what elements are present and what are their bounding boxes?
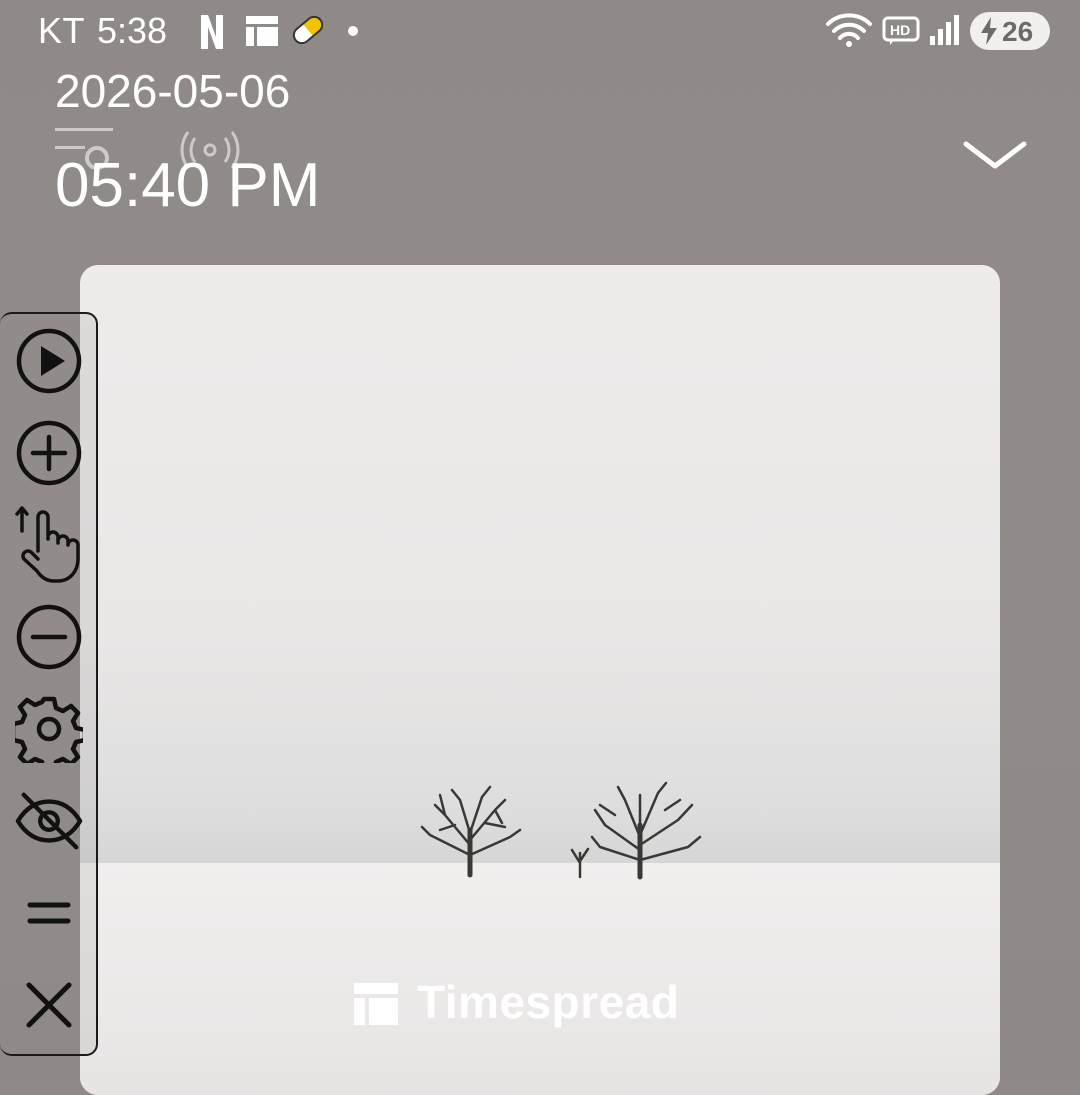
hide-button[interactable] xyxy=(14,786,84,856)
zoom-out-button[interactable] xyxy=(14,602,84,672)
drag-handle[interactable] xyxy=(14,878,84,948)
battery-indicator: 26 xyxy=(970,12,1050,50)
pill-icon xyxy=(288,10,328,55)
wifi-icon xyxy=(826,12,872,53)
trees-illustration xyxy=(410,775,710,890)
app-grid-icon xyxy=(246,16,278,51)
close-icon xyxy=(26,982,72,1028)
play-icon xyxy=(16,328,82,394)
zoom-in-icon xyxy=(16,420,82,486)
svg-text:HD: HD xyxy=(890,22,910,38)
battery-charging-icon xyxy=(978,16,1000,51)
chevron-down-icon[interactable] xyxy=(962,138,1028,177)
brand-name: Timespread xyxy=(417,976,680,1028)
carrier-label: KT xyxy=(38,10,86,51)
drag-handle-icon xyxy=(27,902,71,924)
hide-icon xyxy=(15,792,83,850)
settings-icon xyxy=(15,696,83,763)
floating-toolbar xyxy=(0,312,98,1056)
swipe-up-gesture-icon xyxy=(15,506,80,583)
settings-button[interactable] xyxy=(14,694,84,764)
battery-level: 26 xyxy=(1002,16,1034,47)
widget-time: 05:40 PM xyxy=(55,151,321,220)
netflix-icon xyxy=(198,12,226,57)
zoom-out-icon xyxy=(16,604,82,670)
brand-logo: Timespread xyxy=(354,975,734,1035)
widget-date: 2026-05-06 xyxy=(55,65,291,117)
wallpaper-photo-card[interactable]: Timespread xyxy=(80,265,1000,1095)
swipe-gesture-button[interactable] xyxy=(14,506,84,583)
signal-icon xyxy=(928,14,962,51)
hd-icon: HD xyxy=(882,16,920,51)
timespread-logo-icon xyxy=(354,983,398,1030)
zoom-in-button[interactable] xyxy=(14,418,84,488)
close-button[interactable] xyxy=(14,970,84,1040)
play-button[interactable] xyxy=(14,326,84,396)
notification-dot xyxy=(348,26,358,36)
status-bar: KT 5:38 HD 26 xyxy=(0,0,1080,64)
status-time: 5:38 xyxy=(97,10,168,51)
